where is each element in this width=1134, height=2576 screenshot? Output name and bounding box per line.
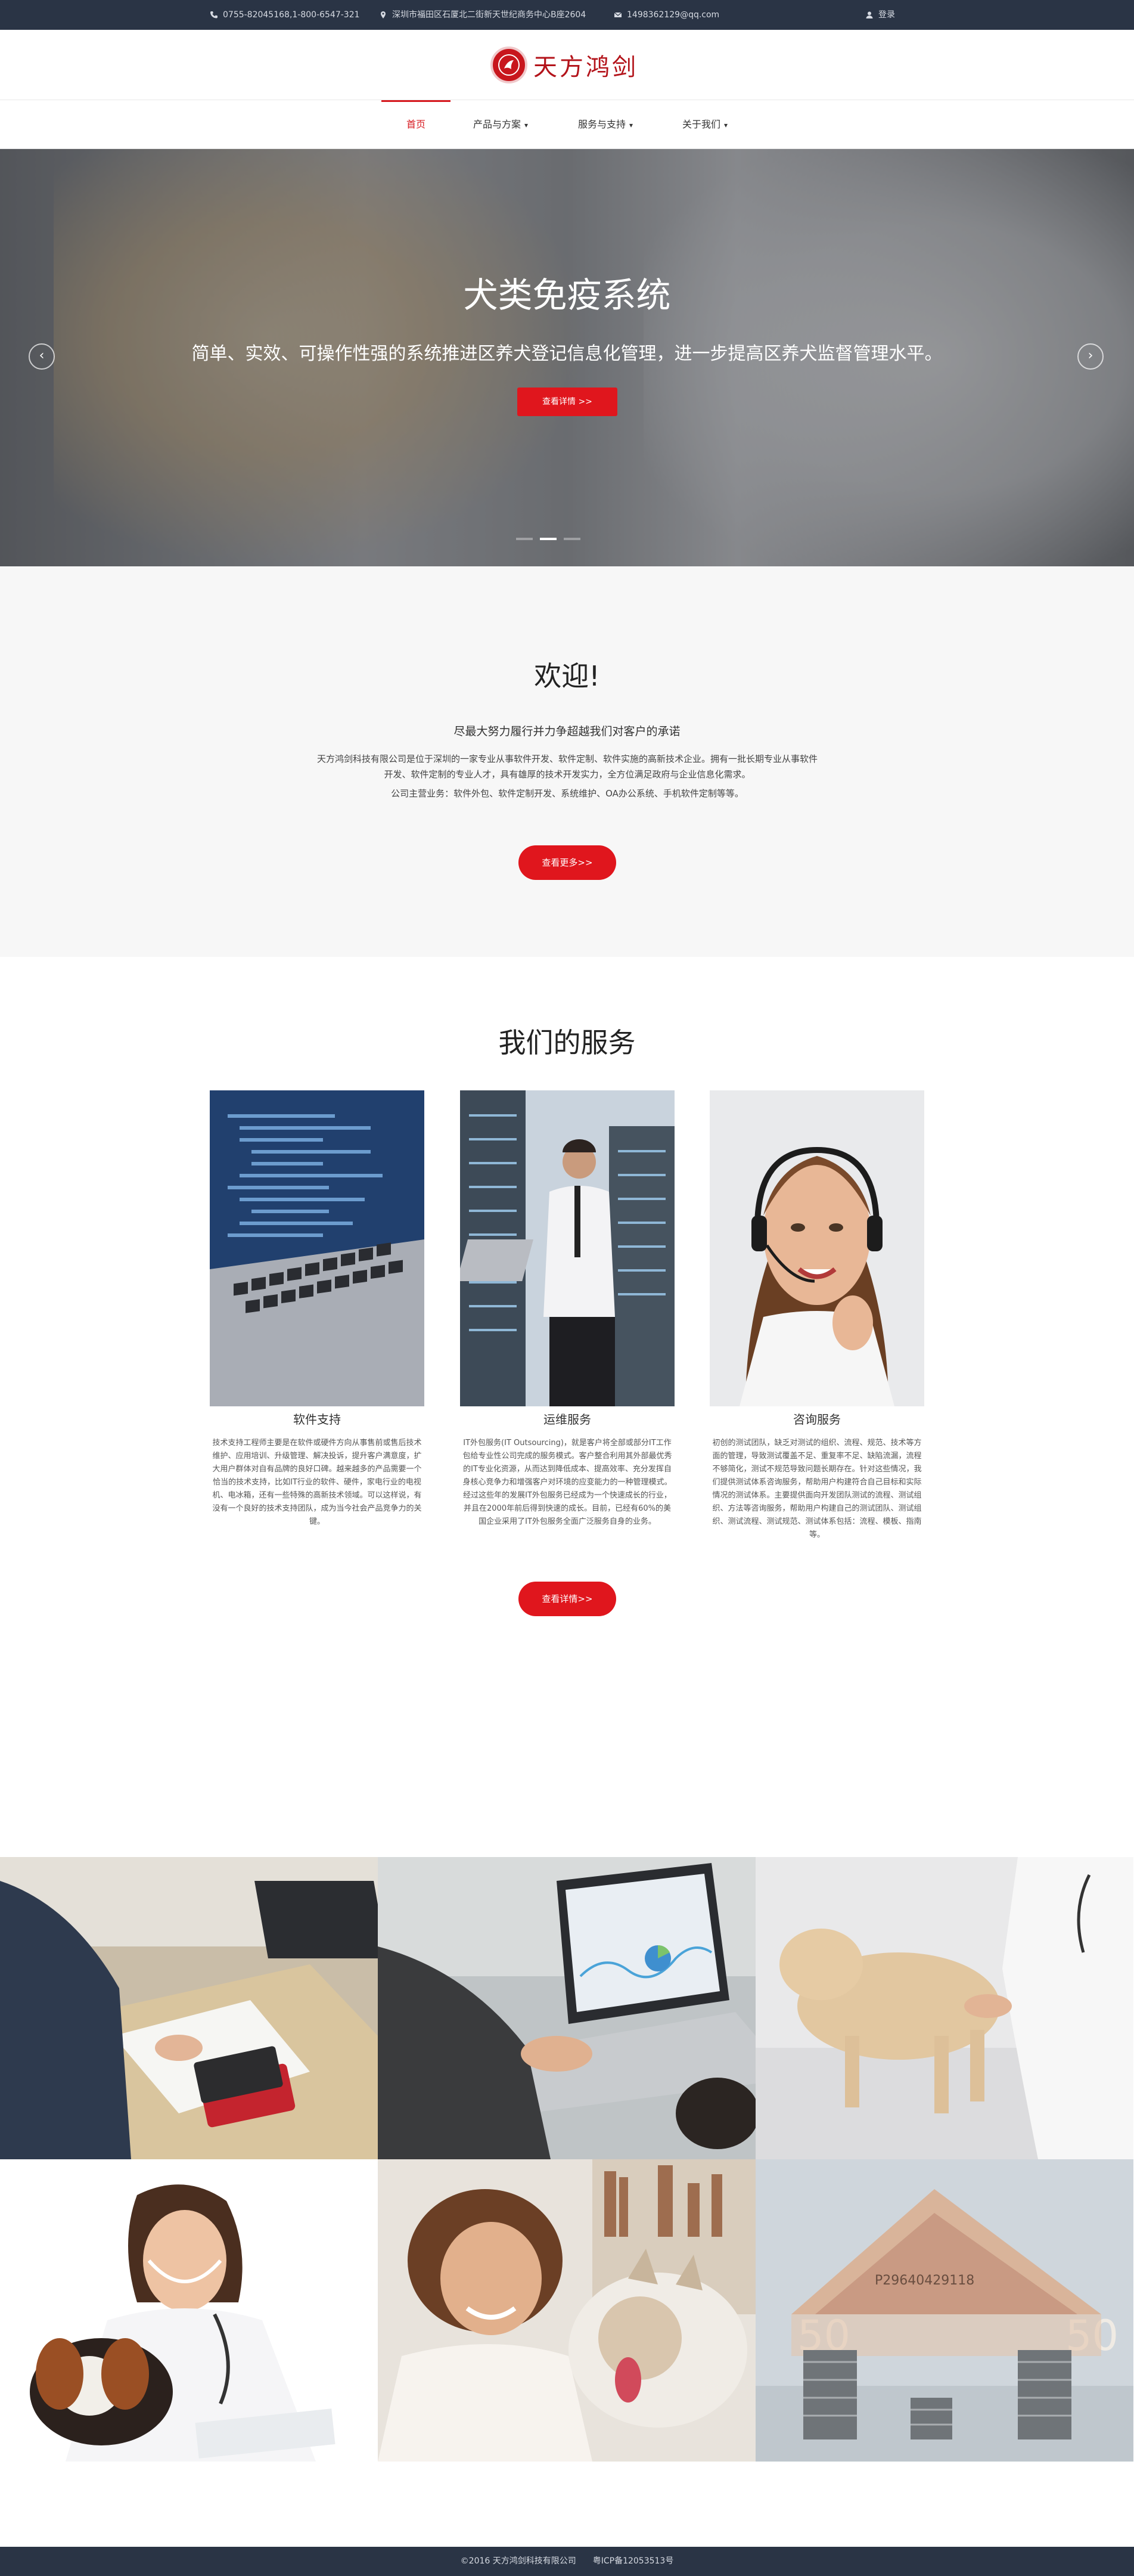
services-details-button[interactable]: 查看详情>> <box>518 1582 616 1616</box>
hero-subtitle: 简单、实效、可操作性强的系统推进区养犬登记信息化管理，进一步提高区养犬监督管理水… <box>191 343 943 364</box>
hero-carousel: 犬类免疫系统 简单、实效、可操作性强的系统推进区养犬登记信息化管理，进一步提高区… <box>0 149 1134 566</box>
nav-item-about[interactable]: 关于我们 ▾ <box>672 100 738 149</box>
welcome-title: 欢迎! <box>534 660 600 692</box>
welcome-lead: 尽最大努力履行并力争超越我们对客户的承诺 <box>453 725 681 738</box>
gallery-business-meeting-image[interactable] <box>0 1857 378 2159</box>
main-nav: 首页 产品与方案 ▾ 服务与支持 ▾ 关于我们 ▾ <box>0 100 1134 149</box>
mail-icon <box>614 12 622 17</box>
service-card-description: 初创的测试团队，缺乏对测试的组织、流程、规范、技术等方面的管理，导致测试覆盖不足… <box>712 1439 922 1539</box>
carousel-indicators <box>516 538 580 540</box>
gallery-laptop-analytics-image[interactable] <box>378 1857 756 2159</box>
top-info-bar: 0755-82045168,1-800-6547-321 深圳市福田区石厦北二街… <box>0 0 1134 30</box>
logo[interactable]: 天方鸿剑 <box>490 44 638 86</box>
login-link[interactable]: 登录 <box>865 0 895 30</box>
service-card-description: 技术支持工程师主要是在软件或硬件方向从事售前或售后技术维护、应用培训、升级管理、… <box>212 1439 422 1526</box>
nav-item-home[interactable]: 首页 <box>381 100 451 149</box>
address-info: 深圳市福田区石厦北二街新天世纪商务中心B座2604 <box>379 0 586 30</box>
gallery-woman-husky-image[interactable] <box>378 2159 756 2462</box>
welcome-description: 天方鸿剑科技有限公司是位于深圳的一家专业从事软件开发、软件定制、软件实施的高新技… <box>316 754 818 780</box>
server-room-engineer-image <box>460 1090 675 1406</box>
gallery-vet-puppy-image[interactable] <box>0 2159 378 2462</box>
service-card-description: IT外包服务(IT Outsourcing)，就是客户将全部或部分IT工作包给专… <box>462 1439 672 1526</box>
service-card-title: 运维服务 <box>543 1412 591 1427</box>
svg-text:P29640429118: P29640429118 <box>875 2273 974 2288</box>
chevron-down-icon: ▾ <box>524 121 529 129</box>
logo-text: 天方鸿剑 <box>533 54 638 81</box>
chevron-down-icon: ▾ <box>629 121 633 129</box>
nav-item-label: 服务与支持 <box>577 119 626 130</box>
hero-title: 犬类免疫系统 <box>463 275 671 315</box>
services-title: 我们的服务 <box>498 1027 636 1059</box>
nav-item-label: 首页 <box>406 119 425 130</box>
nav-item-services[interactable]: 服务与支持 ▾ <box>570 100 641 149</box>
service-card-title: 咨询服务 <box>793 1412 841 1427</box>
laptop-code-image <box>210 1090 424 1406</box>
welcome-more-button[interactable]: 查看更多>> <box>518 845 616 880</box>
logo-emblem-icon <box>490 47 527 83</box>
service-card-title: 软件支持 <box>293 1412 341 1427</box>
welcome-business-scope: 公司主营业务：软件外包、软件定制开发、系统维护、OA办公系统、手机软件定制等等。 <box>391 788 744 799</box>
email-text[interactable]: 1498362129@qq.com <box>627 0 719 30</box>
login-label[interactable]: 登录 <box>878 0 895 30</box>
gallery-money-house-image[interactable]: P29640429118 50 50 <box>756 2159 1133 2462</box>
carousel-dot[interactable] <box>516 538 533 540</box>
location-pin-icon <box>381 11 386 18</box>
footer-copyright: ©2016 天方鸿剑科技有限公司 粤ICP备12053513号 <box>460 2556 674 2566</box>
phone-icon <box>210 11 218 18</box>
service-card-operations[interactable]: 运维服务 IT外包服务(IT Outsourcing)，就是客户将全部或部分IT… <box>460 1090 675 1529</box>
chevron-down-icon: ▾ <box>723 121 728 129</box>
email-info: 1498362129@qq.com <box>614 0 719 30</box>
service-card-consulting[interactable]: 咨询服务 初创的测试团队，缺乏对测试的组织、流程、规范、技术等方面的管理，导致测… <box>710 1090 924 1542</box>
services-section: 我们的服务 软件支持 技术支持工程师主要是在软件或硬件方向从事售前或售后技术维护… <box>0 957 1134 1857</box>
nav-item-label: 产品与方案 <box>473 119 521 130</box>
nav-item-products[interactable]: 产品与方案 ▾ <box>465 100 536 149</box>
user-icon <box>866 11 873 18</box>
phone-info: 0755-82045168,1-800-6547-321 <box>210 0 360 30</box>
welcome-section: 欢迎! 尽最大努力履行并力争超越我们对客户的承诺 天方鸿剑科技有限公司是位于深圳… <box>0 566 1134 957</box>
address-text: 深圳市福田区石厦北二街新天世纪商务中心B座2604 <box>392 10 586 20</box>
carousel-next-icon[interactable]: › <box>1077 343 1104 370</box>
nav-item-label: 关于我们 <box>682 119 720 130</box>
service-card-software[interactable]: 软件支持 技术支持工程师主要是在软件或硬件方向从事售前或售后技术维护、应用培训、… <box>210 1090 424 1529</box>
image-gallery: P29640429118 50 50 <box>0 1857 1134 2462</box>
carousel-dot-active[interactable] <box>540 538 557 540</box>
site-header: 天方鸿剑 <box>0 30 1134 100</box>
gallery-vet-dog-image[interactable] <box>756 1857 1133 2159</box>
carousel-dot[interactable] <box>564 538 580 540</box>
hero-details-button[interactable]: 查看详情 >> <box>517 388 617 416</box>
phone-text: 0755-82045168,1-800-6547-321 <box>223 10 360 20</box>
site-footer: ©2016 天方鸿剑科技有限公司 粤ICP备12053513号 <box>0 2547 1134 2576</box>
support-agent-headset-image <box>710 1090 924 1406</box>
carousel-prev-icon[interactable]: ‹ <box>29 343 55 370</box>
